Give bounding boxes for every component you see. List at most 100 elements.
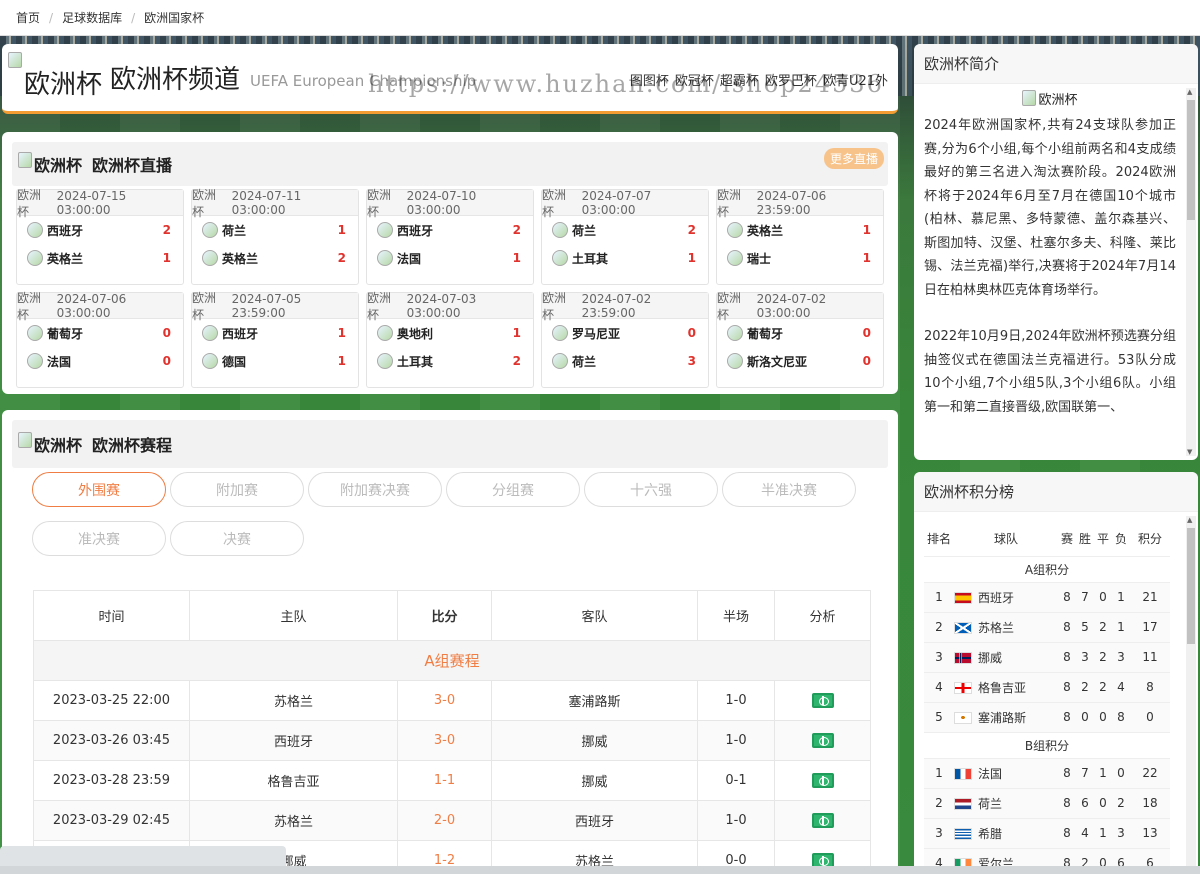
pitch-analysis-icon[interactable] (811, 773, 834, 788)
lost: 4 (1112, 672, 1130, 703)
breadcrumb-separator: / (49, 10, 54, 25)
pitch-analysis-icon[interactable] (811, 693, 834, 708)
home-team: 格鲁吉亚 (189, 760, 398, 801)
stage-tab[interactable]: 半准决赛 (722, 472, 856, 507)
points: 11 (1130, 642, 1170, 673)
stage-tab[interactable]: 决赛 (170, 521, 304, 556)
home-team-row: 英格兰 1 (717, 216, 883, 244)
more-live-button[interactable]: 更多直播 (823, 148, 884, 169)
match-time: 2024-07-15 03:00:00 (56, 188, 127, 217)
scroll-down-icon[interactable]: ▼ (1187, 448, 1192, 456)
away-team: 荷兰 (572, 354, 597, 369)
points: 13 (1130, 818, 1170, 849)
away-score: 3 (687, 354, 696, 368)
live-match-card[interactable]: 欧洲杯 2024-07-06 23:59:00 英格兰 1 瑞士 1 (716, 188, 884, 285)
scroll-up-icon[interactable]: ▲ (1187, 88, 1192, 96)
analysis-cell (774, 720, 871, 761)
flag-icon (954, 798, 972, 810)
standings-header-row: 排名 球队 赛 胜 平 负 积分 (924, 522, 1170, 557)
intro-scrollbar[interactable]: ▲ ▼ (1186, 88, 1196, 456)
breadcrumb-current: 欧洲国家杯 (144, 11, 205, 25)
stage-tab[interactable]: 十六强 (584, 472, 718, 507)
match-time: 2024-07-10 03:00:00 (406, 188, 477, 217)
stage-tab[interactable]: 准决赛 (32, 521, 166, 556)
match-time: 2024-07-02 23:59:00 (581, 291, 652, 320)
home-team-row: 荷兰 2 (542, 216, 708, 244)
competition-links: 图图杯 欧冠杯 超霸杯 欧罗巴杯 欧青U21外 (630, 70, 888, 89)
competition-link[interactable]: 超霸杯 (720, 70, 759, 89)
team-badge-icon (377, 250, 393, 266)
away-team: 法国 (47, 354, 72, 369)
team-badge-icon (552, 250, 568, 266)
match-league: 欧洲杯 (542, 290, 567, 322)
stage-tab[interactable]: 附加赛决赛 (308, 472, 442, 507)
standings-scrollbar[interactable]: ▲ (1186, 516, 1196, 870)
competition-link[interactable]: 欧罗巴杯 (765, 70, 817, 89)
pitch-analysis-icon[interactable] (811, 733, 834, 748)
match-time: 2023-03-25 22:00 (33, 680, 190, 721)
live-match-card[interactable]: 欧洲杯 2024-07-10 03:00:00 西班牙 2 法国 1 (366, 188, 534, 285)
intro-paragraph: 2022年10月9日,2024年欧洲杯预选赛分组抽签仪式在德国法兰克福进行。53… (924, 329, 1176, 415)
scroll-thumb[interactable] (1187, 528, 1195, 644)
live-match-card[interactable]: 欧洲杯 2024-07-02 03:00:00 葡萄牙 0 斯洛文尼亚 0 (716, 291, 884, 388)
match-time: 2024-07-03 03:00:00 (406, 291, 477, 320)
live-match-card[interactable]: 欧洲杯 2024-07-06 03:00:00 葡萄牙 0 法国 0 (16, 291, 184, 388)
competition-link[interactable]: 欧青U21外 (823, 70, 888, 89)
home-team: 罗马尼亚 (572, 326, 621, 341)
standing-row: 5 塞浦路斯 8 0 0 8 0 (924, 702, 1170, 733)
intro-panel-title: 欧洲杯简介 (914, 44, 1198, 84)
away-team-row: 土耳其 2 (367, 347, 533, 375)
schedule-header-row: 时间 主队 比分 客队 半场 分析 (33, 590, 871, 641)
match-league: 欧洲杯 (192, 290, 217, 322)
competition-link[interactable]: 图图杯 (630, 70, 669, 89)
live-match-card[interactable]: 欧洲杯 2024-07-03 03:00:00 奥地利 1 土耳其 2 (366, 291, 534, 388)
breadcrumb-home[interactable]: 首页 (16, 9, 40, 26)
lost: 1 (1112, 582, 1130, 613)
col-team: 球队 (954, 522, 1058, 557)
competition-link[interactable]: 欧冠杯 (675, 70, 714, 89)
away-team-row: 法国 1 (367, 244, 533, 272)
lost: 3 (1112, 818, 1130, 849)
home-team: 西班牙 (189, 720, 398, 761)
won: 5 (1076, 612, 1094, 643)
match-score: 1-1 (397, 760, 492, 801)
logo-alt-text: 欧洲杯 (34, 156, 83, 175)
live-match-card[interactable]: 欧洲杯 2024-07-11 03:00:00 荷兰 1 英格兰 2 (191, 188, 359, 285)
home-team: 葡萄牙 (747, 326, 784, 341)
live-match-card[interactable]: 欧洲杯 2024-07-02 23:59:00 罗马尼亚 0 荷兰 3 (541, 291, 709, 388)
match-time: 2024-07-06 23:59:00 (756, 188, 827, 217)
match-header: 欧洲杯 2024-07-02 23:59:00 (542, 291, 708, 322)
group-header-row: B组积分 (924, 732, 1170, 759)
drawn: 1 (1094, 758, 1112, 789)
won: 0 (1076, 702, 1094, 733)
away-team-row: 瑞士 1 (717, 244, 883, 272)
team-cell: 希腊 (954, 818, 1058, 849)
home-score: 1 (862, 223, 871, 237)
breadcrumb-football-db[interactable]: 足球数据库 (62, 9, 122, 26)
team-cell: 格鲁吉亚 (954, 672, 1058, 703)
stage-tab[interactable]: 分组赛 (446, 472, 580, 507)
col-analysis: 分析 (774, 590, 871, 641)
live-match-card[interactable]: 欧洲杯 2024-07-15 03:00:00 西班牙 2 英格兰 1 (16, 188, 184, 285)
match-score: 3-0 (397, 680, 492, 721)
breadcrumb: 首页 / 足球数据库 / 欧洲国家杯 (0, 0, 1200, 36)
stage-tab[interactable]: 外围赛 (32, 472, 166, 507)
match-time: 2024-07-02 03:00:00 (756, 291, 827, 320)
pitch-analysis-icon[interactable] (811, 813, 834, 828)
live-panel-title: 欧洲杯直播 (92, 156, 173, 175)
col-won: 胜 (1076, 522, 1094, 557)
points: 18 (1130, 788, 1170, 819)
logo-alt-text: 欧洲杯 (24, 70, 103, 100)
schedule-panel-title: 欧洲杯赛程 (92, 436, 173, 455)
away-score: 1 (337, 354, 346, 368)
live-logo: 欧洲杯 (18, 152, 82, 176)
scroll-up-icon[interactable]: ▲ (1187, 516, 1192, 524)
stage-tab[interactable]: 附加赛 (170, 472, 304, 507)
home-team-row: 葡萄牙 0 (717, 319, 883, 347)
points: 22 (1130, 758, 1170, 789)
live-match-card[interactable]: 欧洲杯 2024-07-07 03:00:00 荷兰 2 土耳其 1 (541, 188, 709, 285)
won: 6 (1076, 788, 1094, 819)
home-team-row: 西班牙 2 (367, 216, 533, 244)
scroll-thumb[interactable] (1187, 100, 1195, 220)
live-match-card[interactable]: 欧洲杯 2024-07-05 23:59:00 西班牙 1 德国 1 (191, 290, 359, 388)
